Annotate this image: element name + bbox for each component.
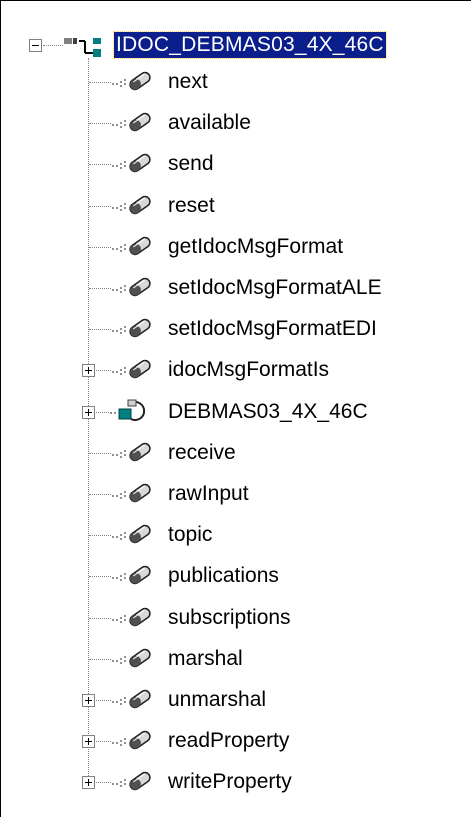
method-icon: [112, 70, 156, 97]
tree-item[interactable]: rawInput: [168, 475, 249, 513]
tree-connector: [89, 205, 111, 207]
tree-item[interactable]: marshal: [168, 640, 243, 678]
tree-connector: [89, 164, 111, 166]
tree-connector: [43, 45, 63, 46]
tree-item[interactable]: reset: [168, 187, 215, 225]
tree-item-label[interactable]: subscriptions: [168, 605, 291, 631]
tree-item-label[interactable]: publications: [168, 563, 279, 589]
method-icon: [112, 606, 156, 633]
method-icon: [112, 564, 156, 591]
expand-toggle[interactable]: [82, 364, 95, 378]
tree-item[interactable]: writeProperty: [168, 763, 292, 801]
tree-connector: [89, 576, 111, 578]
tree-item[interactable]: idocMsgFormatIs: [168, 351, 329, 389]
method-icon: [112, 111, 156, 138]
expand-toggle[interactable]: [82, 694, 95, 707]
tree-item-label[interactable]: next: [168, 69, 208, 95]
method-icon: [112, 523, 156, 550]
idoc-structure-icon: [110, 397, 154, 428]
tree-item[interactable]: setIdocMsgFormatALE: [168, 269, 382, 307]
expand-toggle[interactable]: [82, 735, 95, 749]
tree-item[interactable]: send: [168, 145, 214, 183]
method-icon: [112, 276, 156, 303]
tree-item-label[interactable]: setIdocMsgFormatEDI: [168, 316, 377, 342]
tree-item-label[interactable]: setIdocMsgFormatALE: [168, 275, 382, 301]
tree-item-label[interactable]: getIdocMsgFormat: [168, 234, 343, 260]
tree-root[interactable]: IDOC_DEBMAS03_4X_46C: [113, 26, 387, 64]
tree-connector: [89, 452, 111, 454]
tree-item-label[interactable]: reset: [168, 193, 215, 219]
method-icon: [112, 441, 156, 468]
method-icon: [112, 194, 156, 221]
tree-item[interactable]: available: [168, 104, 251, 142]
method-icon: [112, 317, 156, 344]
tree-item-label[interactable]: unmarshal: [168, 687, 266, 713]
method-icon: [112, 482, 156, 509]
tree-connector: [89, 288, 111, 289]
tree-item[interactable]: subscriptions: [168, 599, 291, 637]
expand-toggle[interactable]: [82, 405, 95, 419]
tree-item-label[interactable]: receive: [168, 440, 236, 466]
method-icon: [112, 235, 156, 262]
tree-item-label[interactable]: idocMsgFormatIs: [168, 357, 329, 383]
tree-connector: [89, 82, 111, 83]
method-icon: [112, 688, 156, 715]
tree-item-label[interactable]: DEBMAS03_4X_46C: [168, 399, 368, 425]
tree-connector: [89, 329, 111, 331]
tree-connector: [89, 246, 111, 248]
method-icon: [112, 358, 156, 385]
tree-view[interactable]: IDOC_DEBMAS03_4X_46C next available send re…: [0, 0, 472, 818]
tree-item-label[interactable]: writeProperty: [168, 769, 292, 795]
tree-item-label[interactable]: send: [168, 151, 214, 177]
tree-item[interactable]: setIdocMsgFormatEDI: [168, 310, 377, 348]
tree-item-label[interactable]: available: [168, 110, 251, 136]
method-icon: [112, 770, 156, 797]
tree-item[interactable]: publications: [168, 557, 279, 595]
collapse-root-toggle[interactable]: [29, 39, 42, 52]
tree-connector: [89, 535, 111, 537]
tree-item[interactable]: DEBMAS03_4X_46C: [168, 393, 368, 431]
tree-connector: [89, 617, 111, 619]
method-icon: [112, 729, 156, 756]
expand-toggle[interactable]: [82, 776, 95, 790]
tree-item-label[interactable]: readProperty: [168, 728, 289, 754]
tree-connector: [89, 658, 111, 660]
method-icon: [112, 152, 156, 179]
tree-item-label[interactable]: rawInput: [168, 481, 249, 507]
tree-connector: [89, 494, 111, 495]
tree-root-label[interactable]: IDOC_DEBMAS03_4X_46C: [113, 31, 387, 59]
tree-item[interactable]: getIdocMsgFormat: [168, 228, 343, 266]
tree-root-icon: [63, 35, 103, 64]
tree-item[interactable]: unmarshal: [168, 681, 266, 719]
tree-item[interactable]: receive: [168, 434, 236, 472]
tree-item[interactable]: readProperty: [168, 722, 289, 760]
tree-connector: [89, 123, 111, 125]
tree-item[interactable]: next: [168, 63, 208, 101]
method-icon: [112, 647, 156, 674]
tree-item[interactable]: topic: [168, 516, 212, 554]
tree-item-label[interactable]: marshal: [168, 646, 243, 672]
tree-item-label[interactable]: topic: [168, 522, 212, 548]
